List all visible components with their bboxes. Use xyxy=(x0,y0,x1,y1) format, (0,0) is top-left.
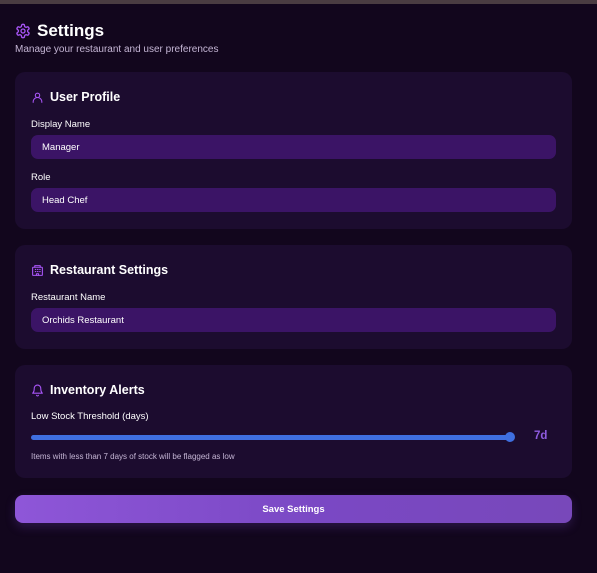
threshold-label: Low Stock Threshold (days) xyxy=(31,411,149,422)
display-name-label: Display Name xyxy=(31,119,91,130)
threshold-value: 7d xyxy=(534,430,548,442)
save-settings-button[interactable]: Save Settings xyxy=(15,495,572,523)
threshold-slider-fill xyxy=(31,435,510,440)
restaurant-settings-header: Restaurant Settings xyxy=(31,263,168,277)
threshold-hint: Items with less than 7 days of stock wil… xyxy=(31,452,235,461)
inventory-alerts-card: Inventory Alerts Low Stock Threshold (da… xyxy=(15,365,572,478)
gear-icon xyxy=(15,23,31,39)
restaurant-name-input[interactable] xyxy=(31,308,556,332)
bell-icon xyxy=(31,384,44,397)
building-icon xyxy=(31,264,44,277)
user-profile-header: User Profile xyxy=(31,90,120,104)
page-subtitle: Manage your restaurant and user preferen… xyxy=(15,44,219,55)
restaurant-name-label: Restaurant Name xyxy=(31,292,106,303)
inventory-alerts-title: Inventory Alerts xyxy=(50,383,145,397)
inventory-alerts-header: Inventory Alerts xyxy=(31,383,145,397)
user-icon xyxy=(31,91,44,104)
settings-page: Settings Manage your restaurant and user… xyxy=(0,4,597,573)
restaurant-settings-title: Restaurant Settings xyxy=(50,263,169,277)
threshold-slider-thumb[interactable] xyxy=(505,432,515,442)
page-header: Settings xyxy=(15,20,104,42)
role-label: Role xyxy=(31,172,51,183)
user-profile-card: User Profile Display Name Role xyxy=(15,72,572,229)
display-name-input[interactable] xyxy=(31,135,556,159)
restaurant-settings-card: Restaurant Settings Restaurant Name xyxy=(15,245,572,349)
page-title: Settings xyxy=(37,21,105,40)
role-input[interactable] xyxy=(31,188,556,212)
user-profile-title: User Profile xyxy=(50,90,121,104)
title-row: Settings xyxy=(15,20,104,42)
threshold-slider[interactable] xyxy=(31,432,515,442)
